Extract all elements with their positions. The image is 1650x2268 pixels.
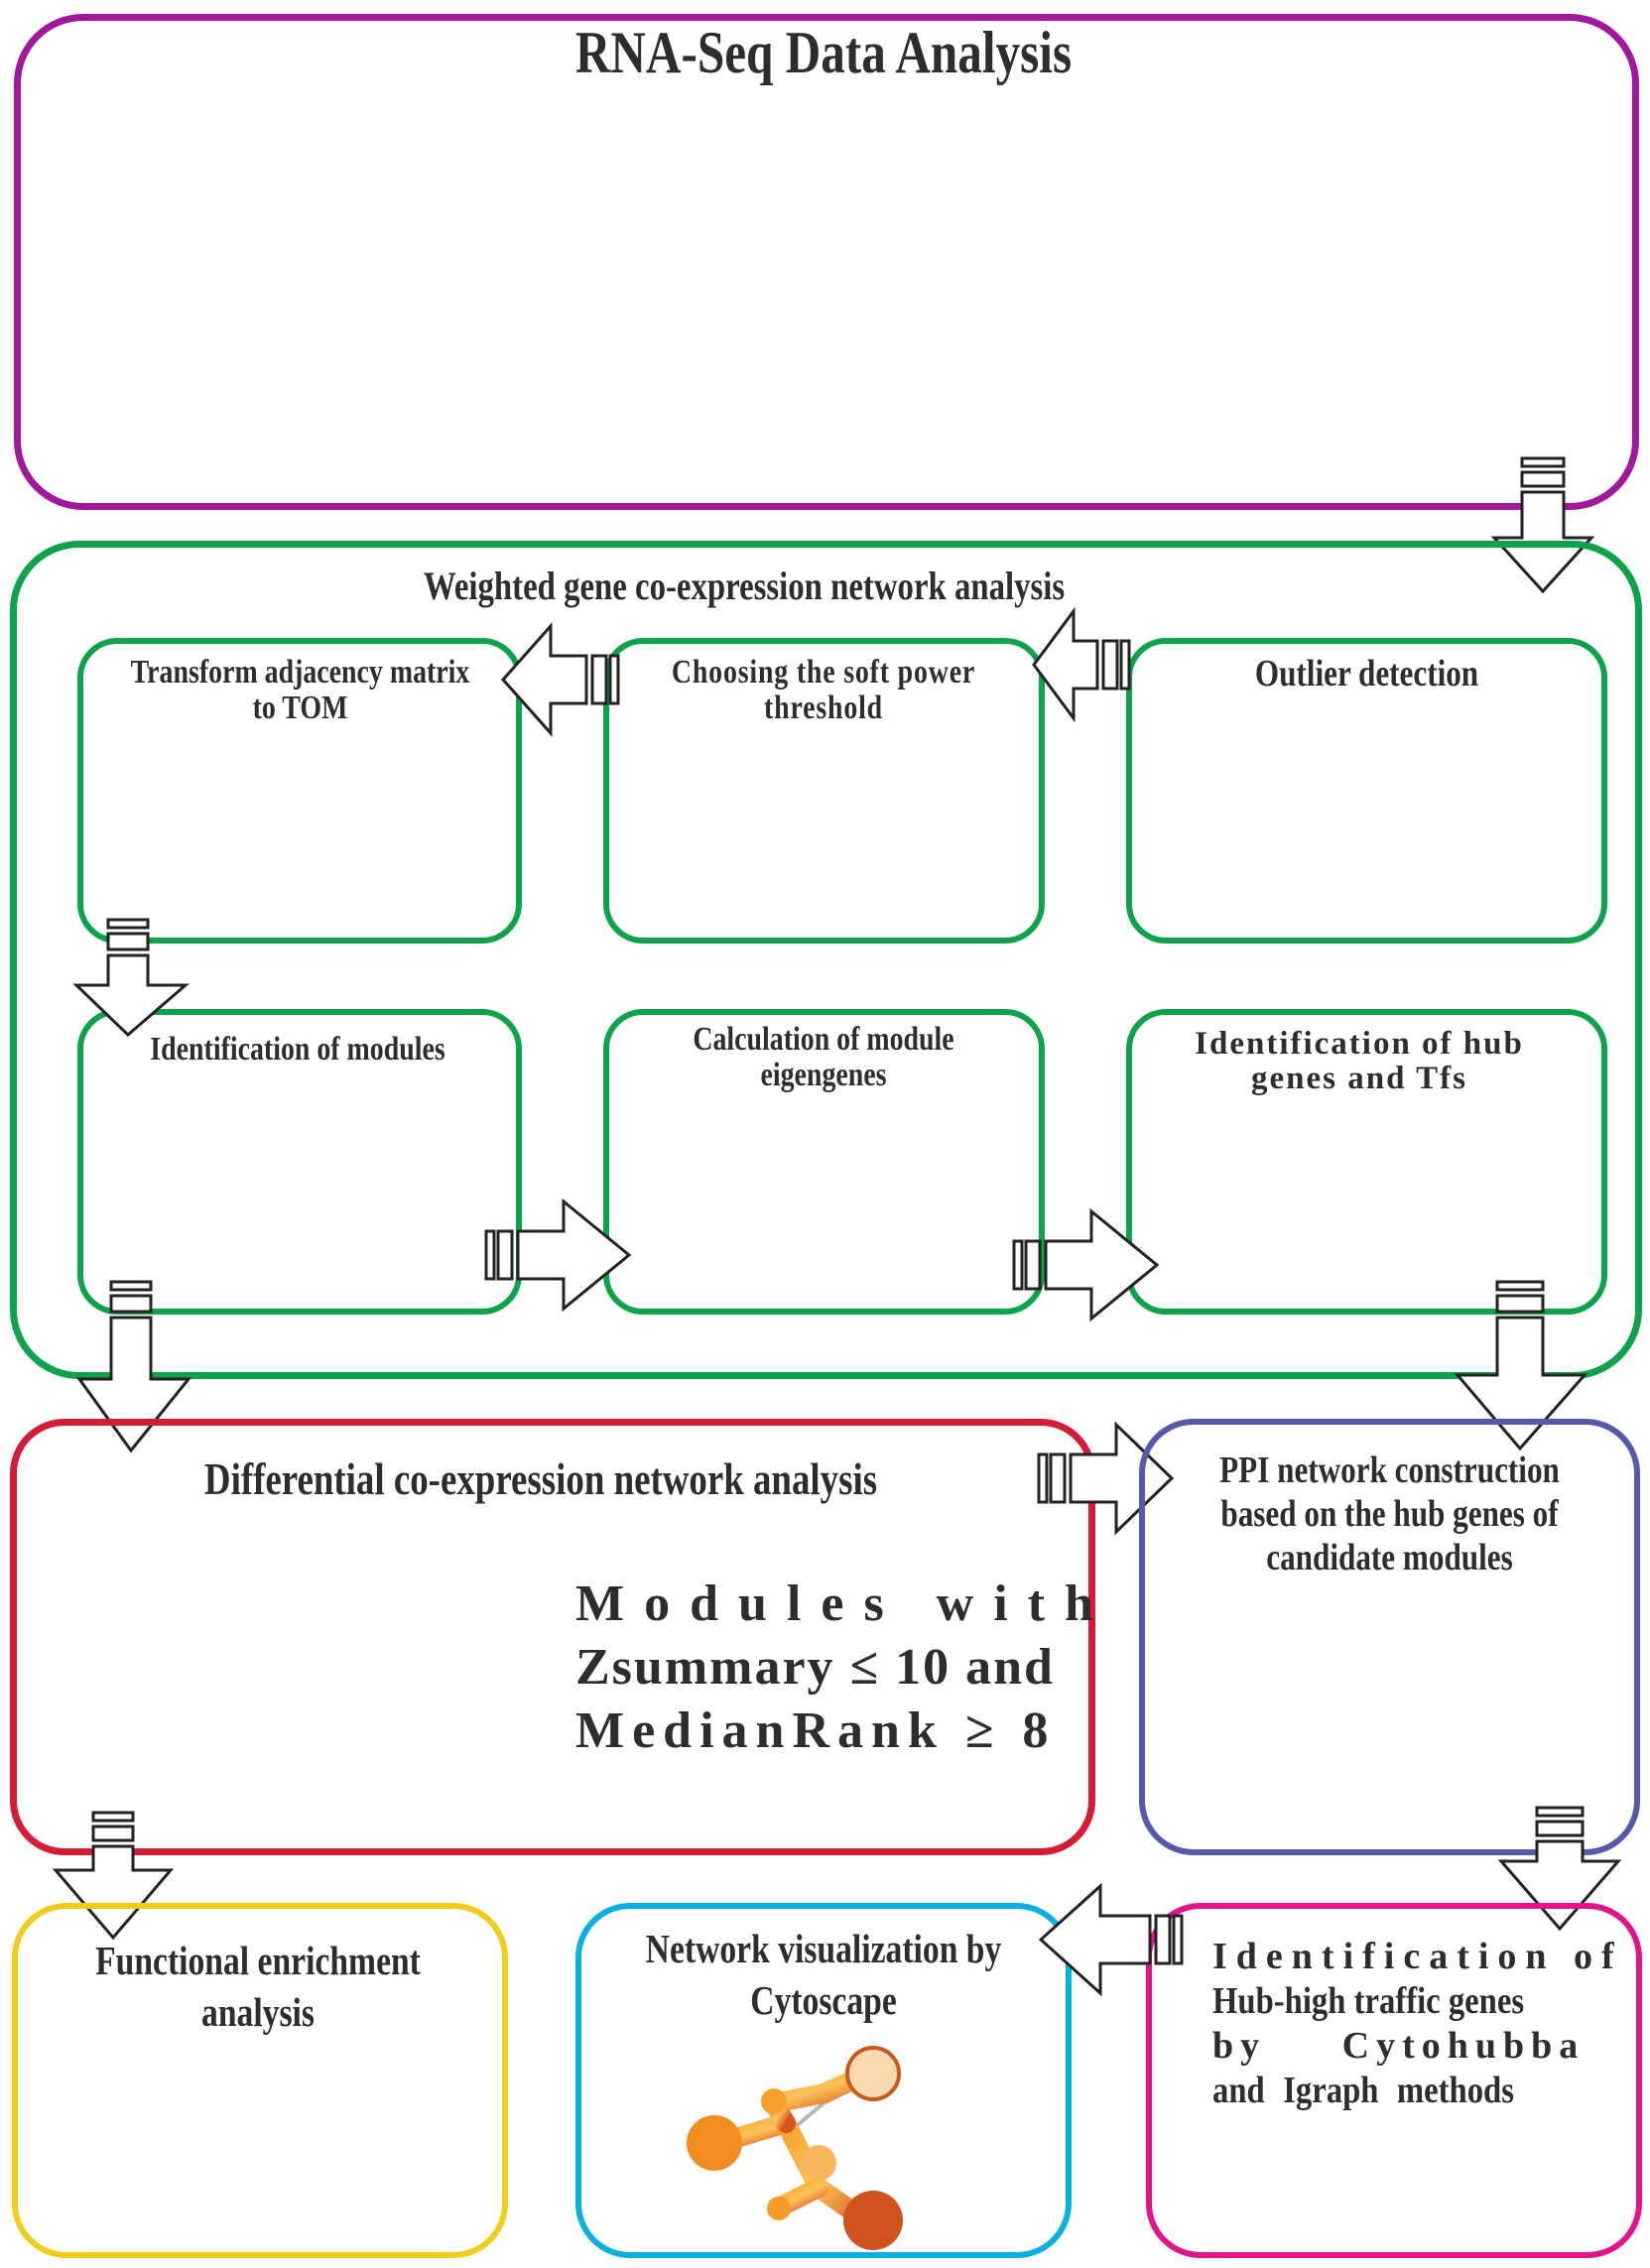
wgcna-title: Weighted gene co-expression network anal… (423, 564, 1066, 608)
soft-threshold-plots (635, 746, 1012, 925)
eigengene-heatmap (685, 1113, 982, 1292)
cytoscape-title: Network visualization by Cytoscape (645, 1926, 1002, 2023)
enrichment-bar-chart (30, 2049, 496, 2247)
outlier-title: Outlier detection (1254, 653, 1479, 694)
dcna-title: Differential co-expression network analy… (203, 1454, 878, 1504)
hub-traffic-line-4: and Igraph methods (1212, 2070, 1514, 2111)
tom-title: Transform adjacency matrix to TOM (130, 654, 470, 726)
arrow-soft-to-tom (500, 622, 620, 737)
tom-heatmap (117, 742, 454, 916)
zsummary-plot (298, 1523, 541, 1801)
rna-seq-panel (14, 14, 1639, 510)
module-dendrogram (117, 1081, 454, 1260)
eigengenes-title: Calculation of module eigengenes (693, 1021, 954, 1093)
ppi-network (1225, 1612, 1553, 1821)
soft-threshold-title: Choosing the soft power threshold (671, 654, 976, 726)
criteria-line-2: Zsummary ≤ 10 and (575, 1639, 1055, 1696)
hub-traffic-line-3: by Cytohubba (1212, 2025, 1586, 2067)
arrow-modules-to-eigengenes (484, 1197, 632, 1313)
arrow-outlier-to-soft (1032, 606, 1131, 723)
hub-genes-network (1191, 1121, 1568, 1295)
outlier-dendrogram (1151, 722, 1587, 921)
hub-traffic-line-1: Identification of (1212, 1936, 1623, 1977)
ppi-title: PPI network construction based on the hu… (1219, 1449, 1560, 1578)
cytoscape-logo (687, 2046, 903, 2250)
criteria-line-3: MedianRank ≥ 8 (575, 1702, 1057, 1759)
functional-title: Functional enrichment analysis (95, 1938, 421, 2035)
arrow-eigengenes-to-hub (1012, 1207, 1160, 1323)
median-rank-plot (60, 1523, 298, 1801)
criteria-text: Modules with Zsummary ≤ 10 and MedianRan… (575, 1573, 1113, 1763)
hub-traffic-title: Identification of Hub-high traffic genes… (1212, 1935, 1623, 2113)
modules-title: Identification of modules (150, 1031, 445, 1068)
hub-traffic-line-2: Hub-high traffic genes (1212, 1980, 1525, 2022)
arrow-hub-traffic-to-cytoscape (1038, 1882, 1184, 1997)
criteria-line-1: Modules with (575, 1575, 1113, 1632)
arrow-tom-to-modules (72, 918, 190, 1038)
rna-seq-title: RNA-Seq Data Analysis (574, 20, 1073, 85)
hub-genes-title: Identification of hub genes and Tfs (1195, 1026, 1524, 1096)
hub-traffic-networks (1201, 2148, 1617, 2242)
